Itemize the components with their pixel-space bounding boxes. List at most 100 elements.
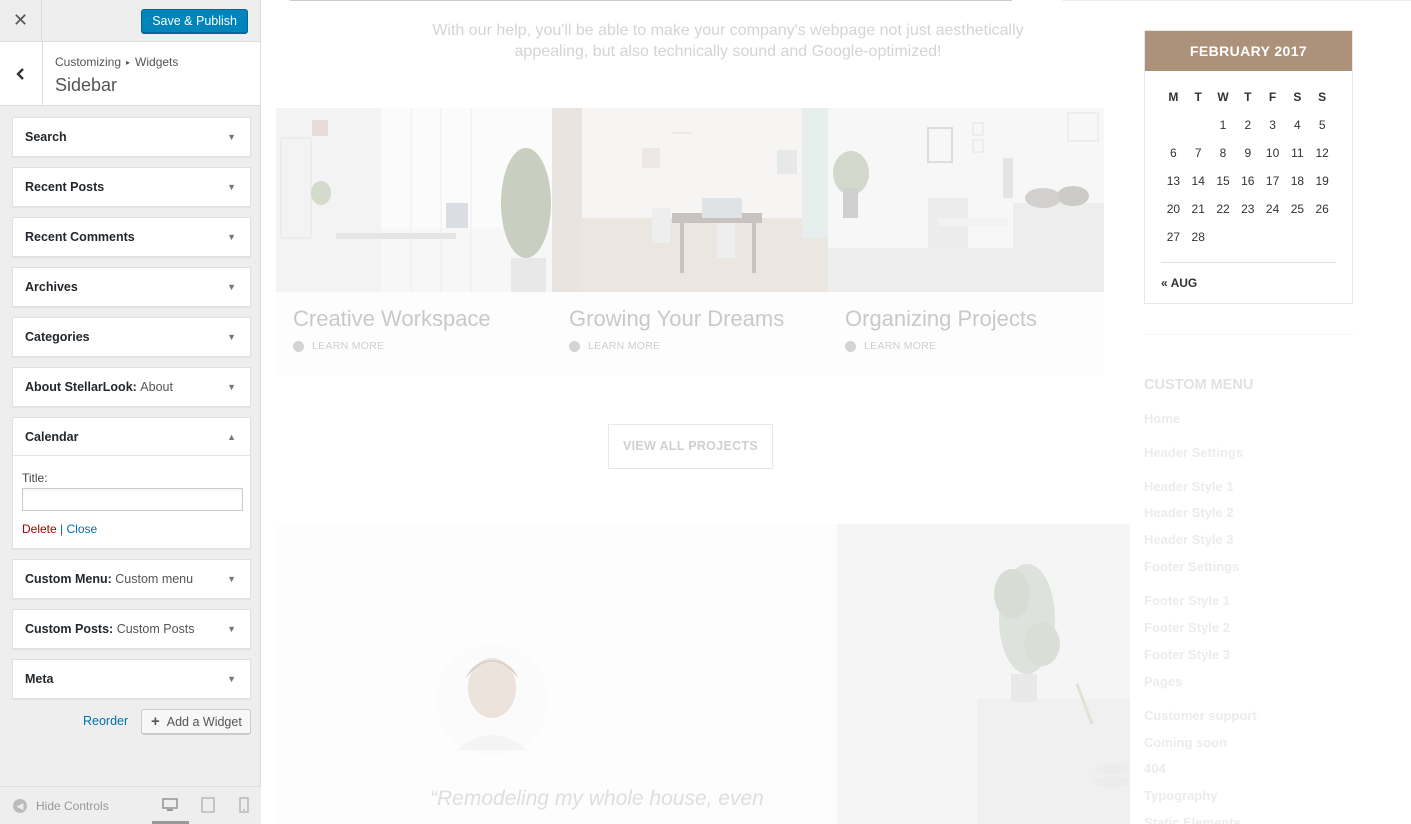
project-title: Growing Your Dreams [569,306,785,331]
widget-header[interactable]: Recent Posts ▼ [13,168,250,206]
calendar-day: 2 [1244,118,1252,132]
back-button[interactable] [0,42,43,105]
project-card[interactable]: Creative Workspace LEARN MORE [276,108,552,376]
title-label: Title: [22,471,48,485]
widget-title: Recent Comments [25,230,135,244]
close-customizer-button[interactable]: ✕ [0,0,42,41]
project-image [552,108,828,292]
widget-title: Custom Menu [25,572,108,586]
custom-menu-item[interactable]: Header Style 1 [1144,479,1234,494]
learn-more-link[interactable]: LEARN MORE [569,340,660,352]
custom-menu-item[interactable]: Typography [1144,788,1217,803]
widget-header[interactable]: Search ▼ [13,118,250,156]
custom-menu-item[interactable]: Static Elements [1144,815,1241,824]
custom-menu-item[interactable]: Footer Style 2 [1144,620,1230,635]
calendar-prev-month-link[interactable]: « AUG [1161,276,1197,290]
widget-controls: Delete | Close [22,522,241,536]
custom-menu-item[interactable]: Coming soon [1144,735,1227,750]
expand-arrow-icon[interactable]: ▼ [227,368,236,406]
avatar [436,644,548,756]
widget-header[interactable]: Calendar ▲ [13,418,250,456]
close-icon: ✕ [12,10,29,30]
widget-subtitle: Custom menu [115,572,194,586]
widget-header[interactable]: Custom Posts: Custom Posts ▼ [13,610,250,648]
expand-arrow-icon[interactable]: ▼ [227,610,236,648]
custom-menu-item[interactable]: 404 [1144,761,1166,776]
calendar-week-row: 1 2 3 4 5 [1161,111,1335,139]
widget-header[interactable]: About StellarLook: About ▼ [13,368,250,406]
customizer-header: ✕ Save & Publish [0,0,260,42]
widget-subtitle: Custom Posts [116,622,195,636]
save-publish-button[interactable]: Save & Publish [141,9,248,33]
expand-arrow-icon[interactable]: ▼ [227,118,236,156]
custom-menu-item[interactable]: Pages [1144,674,1182,689]
calendar-week-row: 6 7 8 9 10 11 12 [1161,139,1335,167]
custom-menu-item[interactable]: Home [1144,411,1180,426]
custom-menu-item[interactable]: Footer Style 1 [1144,593,1230,608]
breadcrumb-item: Widgets [135,55,179,69]
widget-header[interactable]: Meta ▼ [13,660,250,698]
custom-menu-item[interactable]: Footer Style 3 [1144,647,1230,662]
calendar-day: 16 [1241,174,1255,188]
learn-more-label: LEARN MORE [864,340,937,352]
calendar-week-row: 27 28 [1161,223,1335,251]
widget-title-colon: : [109,622,117,636]
calendar-month: FEBRUARY 2017 [1145,31,1352,71]
learn-more-link[interactable]: LEARN MORE [845,340,936,352]
custom-menu-item[interactable]: Header Settings [1144,445,1243,460]
calendar-weekday: T [1244,90,1252,104]
calendar-week-row: 13 14 15 16 17 18 19 [1161,167,1335,195]
calendar-weekday: W [1217,90,1229,104]
learn-more-label: LEARN MORE [312,340,385,352]
expand-arrow-icon[interactable]: ▼ [227,268,236,306]
calendar-day: 10 [1265,146,1280,160]
close-link[interactable]: Close [67,522,98,536]
hide-controls-label: Hide Controls [36,799,109,813]
calendar-day: 19 [1315,174,1329,188]
title-input[interactable] [22,488,243,511]
plus-icon: + [151,713,160,730]
custom-menu-item[interactable]: Footer Settings [1144,559,1239,574]
hide-controls-button[interactable]: ◀ Hide Controls [13,799,109,813]
widget-categories: Categories ▼ [12,317,251,357]
collapse-icon: ◀ [13,799,27,813]
calendar-day: 20 [1166,202,1181,216]
expand-arrow-icon[interactable]: ▼ [227,168,236,206]
expand-arrow-icon[interactable]: ▼ [227,218,236,256]
custom-menu-item[interactable]: Header Style 3 [1144,532,1234,547]
widget-title: Recent Posts [25,180,105,194]
calendar-day: 14 [1191,174,1205,188]
calendar-weekday: S [1293,90,1302,104]
widget-header[interactable]: Recent Comments ▼ [13,218,250,256]
widget-header[interactable]: Categories ▼ [13,318,250,356]
calendar-day: 27 [1166,230,1181,244]
delete-link[interactable]: Delete [22,522,57,536]
add-widget-button[interactable]: + Add a Widget [141,709,251,734]
collapse-arrow-icon[interactable]: ▲ [227,418,236,456]
custom-menu-item[interactable]: Header Style 2 [1144,505,1234,520]
expand-arrow-icon[interactable]: ▼ [227,318,236,356]
widget-list: Search ▼ Recent Posts ▼ Recent Comments ▼ Arch… [12,117,251,709]
calendar-weekday: T [1194,90,1202,104]
desktop-preview-icon[interactable] [162,797,178,813]
custom-menu-title: CUSTOM MENU [1144,377,1254,393]
expand-arrow-icon[interactable]: ▼ [227,660,236,698]
calendar-day: 18 [1290,174,1305,188]
calendar-weekday: F [1268,90,1277,104]
section-title: Sidebar [55,75,118,95]
project-card[interactable]: Growing Your Dreams LEARN MORE [552,108,828,376]
calendar-day: 7 [1194,146,1202,160]
calendar-day: 1 [1219,118,1227,132]
widget-header[interactable]: Custom Menu: Custom menu ▼ [13,560,250,598]
calendar-weekday: S [1318,90,1327,104]
tablet-preview-icon[interactable] [200,797,216,813]
mobile-preview-icon[interactable] [236,797,252,813]
expand-arrow-icon[interactable]: ▼ [227,560,236,598]
reorder-link[interactable]: Reorder [83,714,128,728]
view-all-projects-button[interactable]: VIEW ALL PROJECTS [608,424,773,469]
site-preview: With our help, you'll be able to make yo… [262,0,1411,824]
learn-more-link[interactable]: LEARN MORE [293,340,384,352]
widget-header[interactable]: Archives ▼ [13,268,250,306]
project-card[interactable]: Organizing Projects LEARN MORE [828,108,1104,376]
custom-menu-item[interactable]: Customer support [1144,708,1257,723]
